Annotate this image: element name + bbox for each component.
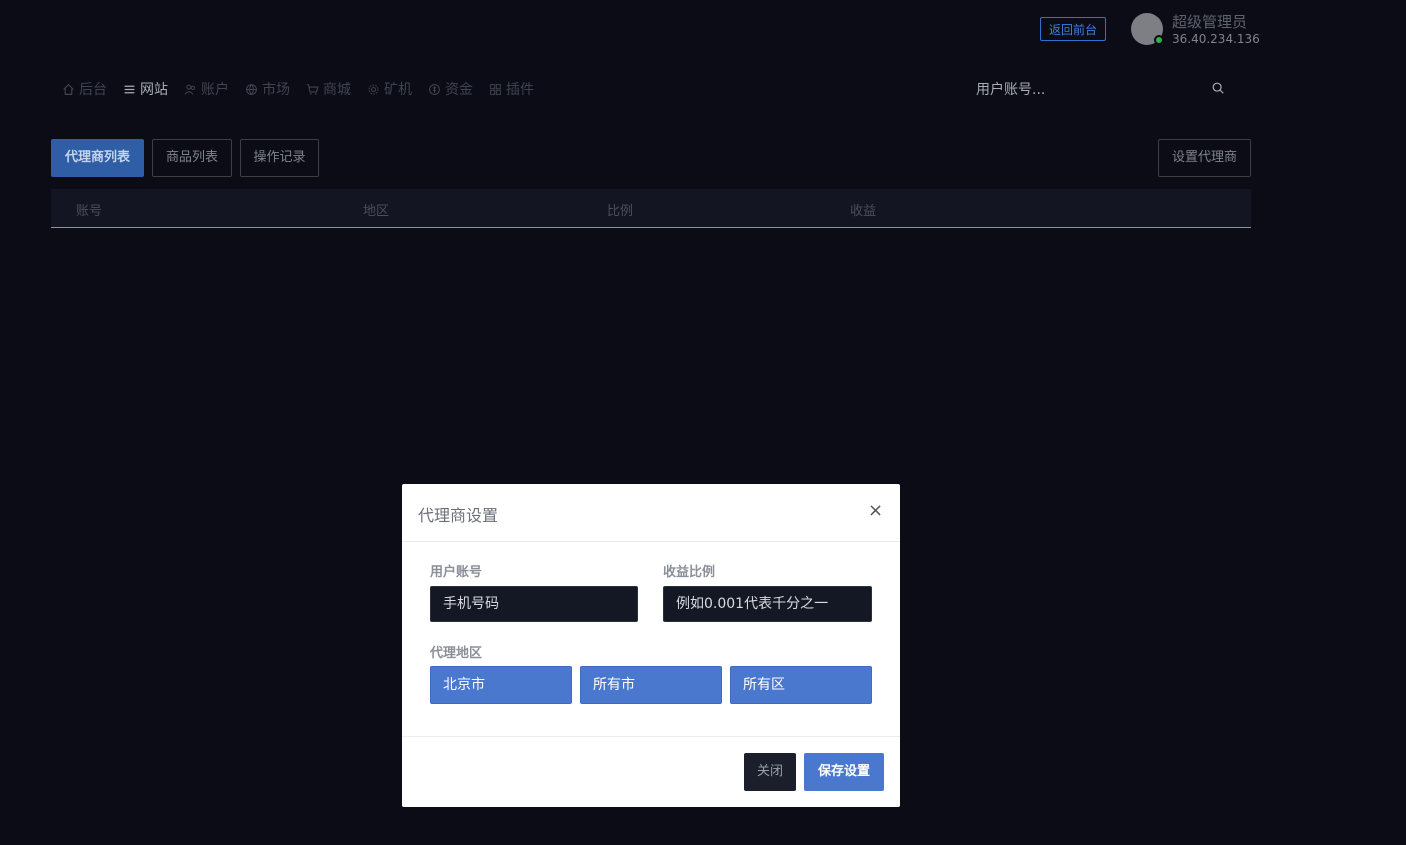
modal-title: 代理商设置 (418, 506, 499, 525)
online-status-dot (1154, 35, 1164, 45)
tab-product-list[interactable]: 商品列表 (152, 139, 232, 177)
column-header-region: 地区 (363, 204, 390, 219)
nav-item-label: 商城 (323, 82, 351, 98)
nav-item-backend[interactable]: 后台 (62, 78, 107, 100)
tab-operation-log[interactable]: 操作记录 (240, 139, 319, 177)
ratio-input[interactable]: 例如0.001代表千分之一 (663, 586, 872, 622)
modal-header: 代理商设置 × (402, 484, 900, 542)
grid-icon (490, 83, 501, 95)
set-agent-button[interactable]: 设置代理商 (1158, 139, 1251, 177)
nav-item-miner[interactable]: 矿机 (367, 78, 412, 100)
nav-item-plugins[interactable]: 插件 (489, 78, 534, 100)
account-input[interactable]: 手机号码 (430, 586, 638, 622)
column-header-account: 账号 (76, 204, 103, 219)
save-settings-button[interactable]: 保存设置 (804, 753, 884, 791)
nav-item-label: 网站 (140, 82, 168, 98)
city-select[interactable]: 所有市 (580, 666, 722, 704)
modal-footer-divider (402, 736, 900, 737)
column-header-ratio: 比例 (607, 204, 634, 219)
cart-icon (306, 83, 319, 95)
nav-item-mall[interactable]: 商城 (306, 78, 351, 100)
users-icon (184, 84, 196, 95)
search-icon[interactable] (1211, 81, 1225, 95)
list-icon (124, 85, 135, 93)
column-header-earnings: 收益 (850, 204, 877, 219)
nav-item-label: 矿机 (384, 82, 412, 98)
admin-name: 超级管理员 (1172, 13, 1248, 31)
search-input[interactable]: 用户账号... (976, 79, 1045, 99)
nav-item-funds[interactable]: 资金 (428, 78, 473, 100)
province-select[interactable]: 北京市 (430, 666, 572, 704)
gear-icon (368, 84, 379, 94)
nav-item-market[interactable]: 市场 (245, 78, 290, 100)
home-icon (63, 83, 74, 95)
close-icon[interactable]: × (868, 502, 883, 520)
nav-item-accounts[interactable]: 账户 (184, 78, 229, 100)
nav-item-label: 插件 (506, 82, 534, 98)
region-label: 代理地区 (430, 646, 483, 661)
district-select[interactable]: 所有区 (730, 666, 872, 704)
nav-item-website[interactable]: 网站 (123, 78, 168, 100)
agent-table-header: 账号 地区 比例 收益 (51, 189, 1251, 228)
currency-icon (429, 83, 440, 95)
tab-agent-list[interactable]: 代理商列表 (51, 139, 144, 177)
agent-settings-modal: 代理商设置 × 用户账号 手机号码 收益比例 例如0.001代表千分之一 代理地… (402, 484, 900, 807)
nav-item-label: 后台 (79, 82, 107, 98)
nav-item-label: 市场 (262, 82, 290, 98)
close-button[interactable]: 关闭 (744, 753, 796, 791)
globe-icon (246, 83, 257, 95)
nav-item-label: 账户 (201, 82, 229, 98)
admin-ip: 36.40.234.136 (1172, 32, 1260, 46)
main-nav: 后台 网站 账户 市场 商城 矿机 资金 插件 (62, 78, 534, 100)
nav-item-label: 资金 (445, 82, 473, 98)
account-label: 用户账号 (430, 565, 483, 580)
ratio-label: 收益比例 (663, 565, 716, 580)
back-to-frontend-button[interactable]: 返回前台 (1040, 17, 1106, 41)
